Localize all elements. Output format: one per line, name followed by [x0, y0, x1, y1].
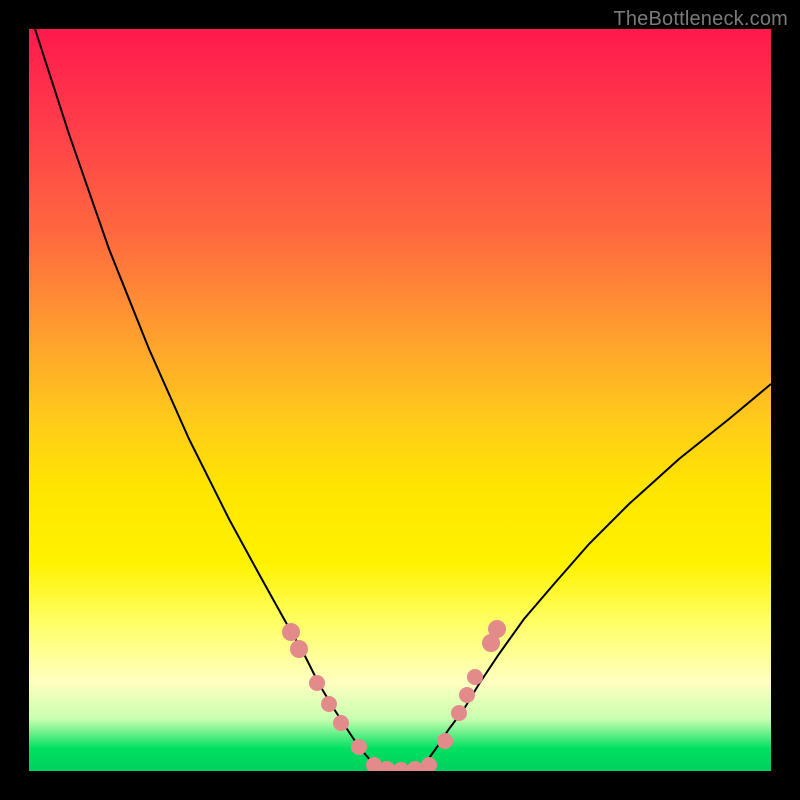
outer-frame: TheBottleneck.com — [0, 0, 800, 800]
plot-area — [29, 29, 771, 771]
watermark-text: TheBottleneck.com — [613, 8, 788, 31]
marker-right — [451, 705, 467, 721]
marker-left — [290, 640, 308, 658]
marker-left — [321, 696, 337, 712]
marker-left — [282, 623, 300, 641]
marker-left — [333, 715, 349, 731]
marker-floor — [407, 761, 423, 771]
marker-right — [467, 669, 483, 685]
chart-svg — [29, 29, 771, 771]
curve-right-curve — [419, 384, 771, 769]
marker-right — [437, 733, 453, 749]
marker-group — [282, 620, 506, 771]
marker-left — [309, 675, 325, 691]
curve-left-curve — [35, 29, 384, 769]
marker-floor — [421, 757, 437, 771]
marker-left — [351, 739, 367, 755]
curve-group — [35, 29, 771, 770]
marker-floor — [393, 762, 409, 771]
marker-right — [459, 687, 475, 703]
marker-right — [482, 634, 500, 652]
